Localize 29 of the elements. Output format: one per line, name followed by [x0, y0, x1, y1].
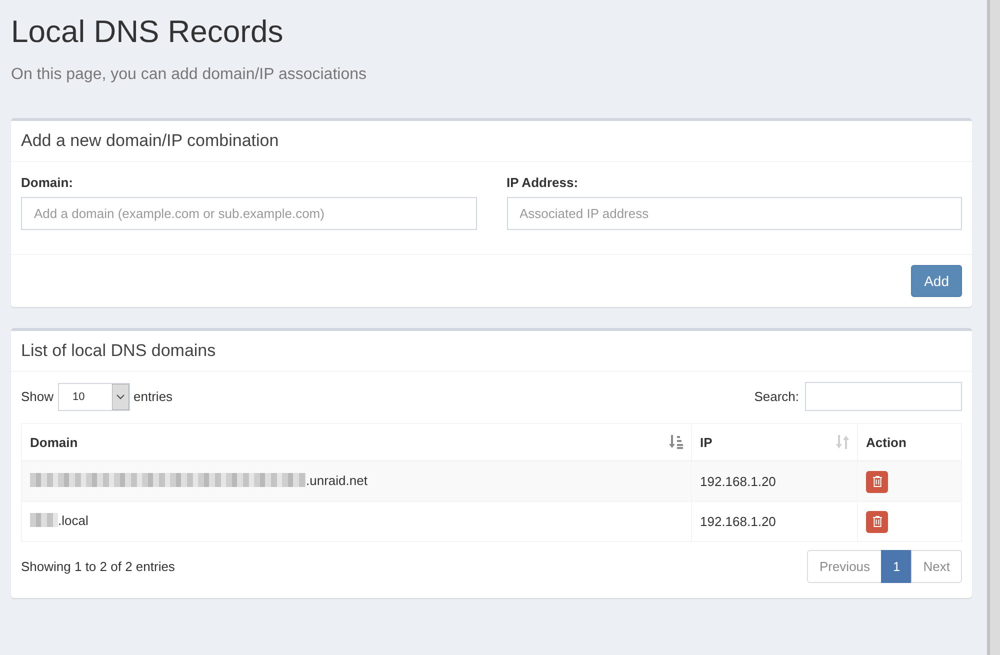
delete-button[interactable] — [866, 470, 888, 492]
page-title: Local DNS Records — [11, 15, 284, 49]
entries-select[interactable]: 10 — [58, 382, 130, 410]
input-field[interactable]: Associated IP address — [506, 197, 962, 230]
chevron-down-icon — [112, 384, 129, 410]
input-field[interactable]: Add a domain (example.com or sub.example.com) — [21, 197, 476, 230]
column-header: Action — [866, 434, 906, 450]
column-header[interactable]: IP — [700, 434, 712, 450]
add-button[interactable]: Add — [911, 265, 962, 297]
ip-text: 192.168.1.20 — [700, 474, 776, 489]
field-label: Domain: — [21, 174, 73, 192]
search-field[interactable] — [805, 382, 962, 411]
sort-amount-icon[interactable] — [669, 435, 683, 449]
trash-icon — [872, 516, 882, 527]
ip-text: 192.168.1.20 — [700, 514, 776, 529]
trash-icon — [872, 476, 882, 487]
domain-text: .local — [58, 512, 88, 528]
page-subtitle: On this page, you can add domain/IP associations — [11, 65, 366, 85]
panel-title: Add a new domain/IP combination — [21, 131, 279, 150]
search-label: Search: — [754, 388, 799, 406]
panel-title: List of local DNS domains — [21, 341, 216, 360]
entries-label: entries — [134, 388, 173, 406]
show-label: Show — [21, 388, 54, 406]
column-header[interactable]: Domain — [30, 434, 78, 450]
delete-button[interactable] — [866, 510, 888, 532]
pagination-button[interactable]: 1 — [881, 550, 912, 583]
domain-text: .unraid.net — [306, 472, 368, 488]
entries-info: Showing 1 to 2 of 2 entries — [21, 559, 175, 574]
field-label: IP Address: — [506, 174, 578, 192]
